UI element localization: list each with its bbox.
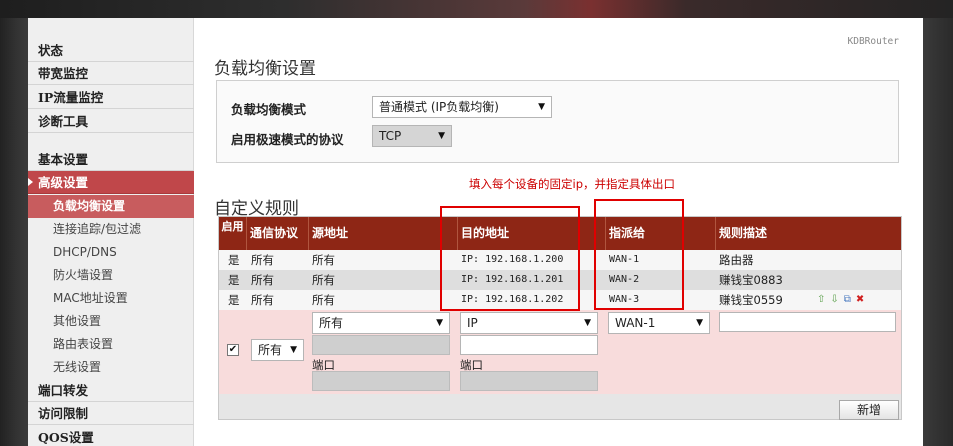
- hint-annotation: 填入每个设备的固定ip，并指定具体出口: [469, 177, 675, 191]
- new-rule-row: ✔ 所有 ▼ 所有 ▼ 端口 IP ▼ 端口 WAN-1 ▼: [219, 310, 901, 394]
- subnav-mac[interactable]: MAC地址设置: [28, 287, 194, 310]
- header-protocol: 通信协议: [247, 217, 309, 250]
- add-rule-button[interactable]: 新增: [839, 400, 899, 420]
- enable-checkbox[interactable]: ✔: [227, 344, 239, 356]
- assign-select-value: WAN-1: [615, 316, 656, 330]
- edit-icon[interactable]: ⧉: [844, 294, 856, 305]
- header-description: 规则描述: [719, 226, 768, 240]
- cell-protocol: 所有: [251, 253, 274, 267]
- source-ip-input[interactable]: [312, 335, 450, 355]
- source-select[interactable]: 所有 ▼: [312, 312, 450, 334]
- annotation-box-destination: [440, 206, 580, 311]
- settings-box: 负载均衡模式 普通模式 (IP负载均衡) ▼ 启用极速模式的协议 TCP ▼: [216, 80, 899, 163]
- main-panel: 状态 带宽监控 IP流量监控 诊断工具 基本设置 高级设置 负载均衡设置 连接追…: [28, 18, 923, 446]
- nav-port-forward[interactable]: 端口转发: [28, 379, 194, 402]
- subnav-conntrack[interactable]: 连接追踪/包过滤: [28, 218, 194, 241]
- nav-diagnostics[interactable]: 诊断工具: [28, 110, 194, 133]
- chevron-down-icon: ▼: [696, 318, 703, 328]
- mode-select-value: 普通模式 (IP负载均衡): [379, 100, 499, 114]
- source-select-value: 所有: [319, 316, 344, 330]
- cell-source: 所有: [312, 273, 335, 287]
- cell-protocol: 所有: [251, 273, 274, 287]
- nav-qos[interactable]: QOS设置: [28, 426, 194, 446]
- destination-port-input[interactable]: [460, 371, 598, 391]
- sidebar: 状态 带宽监控 IP流量监控 诊断工具 基本设置 高级设置 负载均衡设置 连接追…: [28, 18, 194, 446]
- subnav-routing[interactable]: 路由表设置: [28, 333, 194, 356]
- header-enabled: 启用: [219, 217, 247, 250]
- move-down-icon[interactable]: ⇩: [830, 294, 843, 305]
- annotation-box-assign: [594, 199, 684, 310]
- subnav-wireless[interactable]: 无线设置: [28, 356, 194, 379]
- source-port-input[interactable]: [312, 371, 450, 391]
- nav-status[interactable]: 状态: [28, 39, 194, 62]
- cell-enabled: 是: [228, 293, 240, 307]
- proto-select-value: TCP: [379, 129, 402, 143]
- chevron-down-icon: ▼: [290, 345, 297, 355]
- proto-label: 启用极速模式的协议: [231, 132, 344, 147]
- nav-ip-traffic[interactable]: IP流量监控: [28, 86, 194, 109]
- mode-label: 负载均衡模式: [231, 102, 307, 117]
- chevron-down-icon: ▼: [436, 318, 443, 328]
- subnav-dhcp-dns[interactable]: DHCP/DNS: [28, 241, 194, 264]
- protocol-select[interactable]: 所有 ▼: [251, 339, 304, 361]
- cell-description: 路由器: [719, 253, 754, 267]
- protocol-select-value: 所有: [258, 343, 283, 357]
- subnav-load-balance[interactable]: 负载均衡设置: [28, 195, 194, 218]
- description-input[interactable]: [719, 312, 896, 332]
- delete-icon[interactable]: ✖: [856, 294, 869, 305]
- chevron-down-icon: ▼: [538, 102, 545, 112]
- assign-select[interactable]: WAN-1 ▼: [608, 312, 710, 334]
- cell-enabled: 是: [228, 253, 240, 267]
- mode-select[interactable]: 普通模式 (IP负载均衡) ▼: [372, 96, 552, 118]
- cell-enabled: 是: [228, 273, 240, 287]
- cell-protocol: 所有: [251, 293, 274, 307]
- destination-select-value: IP: [467, 316, 478, 330]
- move-up-icon[interactable]: ⇧: [817, 294, 830, 305]
- cell-source: 所有: [312, 253, 335, 267]
- nav-advanced-settings[interactable]: 高级设置: [28, 171, 194, 194]
- page-title: 负载均衡设置: [214, 59, 316, 79]
- row-action-icons[interactable]: ⇧⇩⧉✖: [817, 290, 869, 310]
- nav-access-restriction[interactable]: 访问限制: [28, 402, 194, 425]
- subnav-other[interactable]: 其他设置: [28, 310, 194, 333]
- chevron-down-icon: ▼: [438, 131, 445, 141]
- frame-right: [923, 18, 953, 446]
- nav-basic-settings[interactable]: 基本设置: [28, 148, 194, 171]
- header-source: 源地址: [309, 217, 458, 250]
- subnav-firewall[interactable]: 防火墙设置: [28, 264, 194, 287]
- header-banner: [0, 0, 953, 18]
- brand-label: KDBRouter: [847, 36, 899, 47]
- frame-left: [0, 18, 28, 446]
- destination-ip-input[interactable]: [460, 335, 598, 355]
- destination-select[interactable]: IP ▼: [460, 312, 598, 334]
- proto-select[interactable]: TCP ▼: [372, 125, 452, 147]
- cell-description: 赚钱宝0559: [719, 293, 783, 307]
- nav-bandwidth-monitor[interactable]: 带宽监控: [28, 62, 194, 85]
- chevron-down-icon: ▼: [584, 318, 591, 328]
- cell-description: 赚钱宝0883: [719, 273, 783, 287]
- cell-source: 所有: [312, 293, 335, 307]
